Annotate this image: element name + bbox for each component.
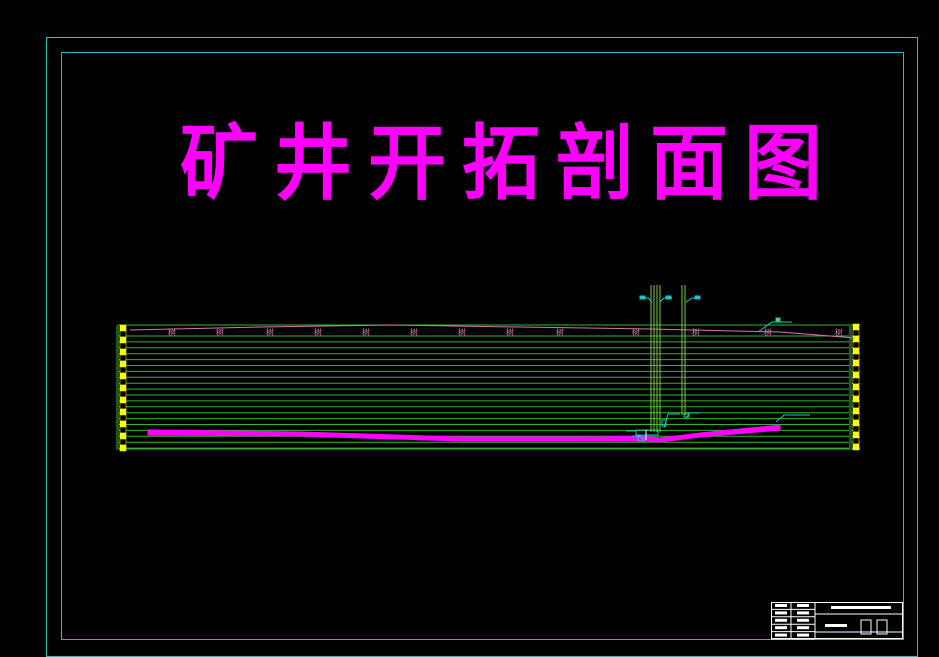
boundary-marker-block	[852, 443, 860, 451]
title-block	[771, 602, 903, 639]
boundary-marker-block	[119, 354, 127, 362]
boundary-marker-block	[852, 413, 860, 421]
boundary-marker-block	[852, 365, 860, 373]
boundary-marker-block	[852, 371, 860, 379]
boundary-marker-block	[119, 324, 127, 332]
terrain-symbol: 树	[692, 327, 700, 337]
boundary-marker-block	[852, 401, 860, 409]
main-shaft	[650, 285, 661, 432]
boundary-marker-block	[852, 329, 860, 337]
coal-seam	[147, 424, 781, 443]
boundary-marker-block	[119, 372, 127, 380]
terrain-symbol: 树	[506, 327, 514, 337]
terrain-symbol: 树	[314, 327, 322, 337]
boundary-marker-block	[852, 347, 860, 355]
boundary-marker-block	[852, 419, 860, 427]
boundary-marker-block	[852, 425, 860, 433]
boundary-marker-block	[119, 426, 127, 434]
terrain-symbol: 树	[362, 327, 370, 337]
terrain-symbol: 树	[410, 327, 418, 337]
boundary-marker-block	[852, 377, 860, 385]
boundary-marker-block	[119, 432, 127, 440]
mine-development-section: 树树树树树树树树树树树树树	[116, 285, 903, 640]
boundary-marker-block	[119, 420, 127, 428]
terrain-symbol: 树	[458, 327, 466, 337]
terrain-symbol: 树	[764, 327, 772, 337]
boundary-marker-block	[119, 366, 127, 374]
boundary-marker-block	[852, 395, 860, 403]
boundary-marker-block	[119, 402, 127, 410]
terrain-symbol: 树	[168, 327, 176, 337]
boundary-marker-block	[119, 330, 127, 338]
boundary-marker-block	[119, 408, 127, 416]
terrain-symbol: 树	[266, 327, 274, 337]
boundary-marker-block	[119, 414, 127, 422]
boundary-scale	[849, 324, 852, 449]
boundary-marker-block	[852, 383, 860, 391]
boundary-marker-block	[852, 359, 860, 367]
boundary-marker-block	[119, 384, 127, 392]
boundary-marker-block	[119, 342, 127, 350]
boundary-marker-block	[852, 323, 860, 331]
boundary-marker-block	[852, 407, 860, 415]
shaft-bottom-annotations	[661, 412, 810, 429]
boundary-marker-block	[852, 389, 860, 397]
shaft-head-annotations	[639, 295, 701, 303]
boundary-marker-block	[119, 390, 127, 398]
boundary-marker-block	[119, 396, 127, 404]
terrain-symbol: 树	[216, 327, 224, 337]
boundary-marker-block	[119, 444, 127, 452]
boundary-marker-block	[852, 335, 860, 343]
boundary-scale	[116, 325, 119, 450]
terrain-symbol: 树	[632, 327, 640, 337]
boundary-marker-block	[852, 353, 860, 361]
boundary-marker-block	[119, 348, 127, 356]
boundary-marker-block	[119, 378, 127, 386]
terrain-symbol: 树	[556, 327, 564, 337]
boundary-marker-block	[119, 336, 127, 344]
boundary-marker-block	[852, 437, 860, 445]
boundary-marker-block	[119, 438, 127, 446]
terrain-symbol: 树	[835, 327, 843, 337]
boundary-marker-block	[119, 360, 127, 368]
boundary-marker-block	[852, 341, 860, 349]
boundary-marker-block	[852, 431, 860, 439]
